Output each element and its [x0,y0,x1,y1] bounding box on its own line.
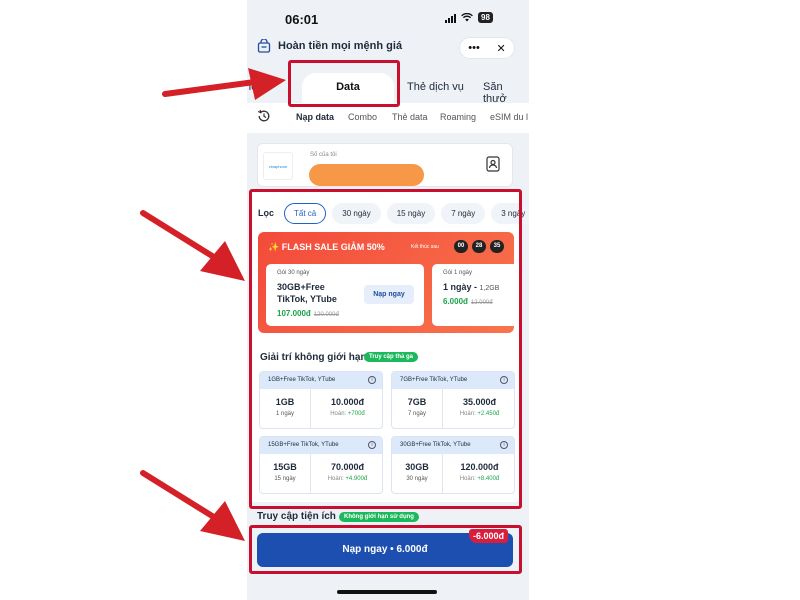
app-header: Hoàn tiền mọi mệnh giá ••• ✕ [247,36,529,62]
signal-icon [445,13,456,23]
close-icon[interactable]: ✕ [496,42,505,55]
home-indicator [337,590,437,594]
tab-hunt[interactable]: Săn thưở [483,81,529,105]
shop-bag-icon [257,39,271,53]
more-icon[interactable]: ••• [468,42,480,54]
subtab-roaming[interactable]: Roaming [440,112,476,122]
phone-number-card[interactable]: vinaphone Số của tôi [257,143,513,187]
highlight-box-packages [249,189,522,509]
highlight-box-topup [249,525,522,574]
tab-service-card[interactable]: Thẻ dịch vụ [407,81,464,93]
status-time: 06:01 [285,12,319,27]
subtab-esim[interactable]: eSIM du l [490,112,528,122]
arrow-icon [162,68,286,100]
utility-section-title: Truy cập tiện ích [257,511,336,522]
battery-icon: 98 [478,12,493,23]
history-icon[interactable] [257,109,271,123]
arrow-icon [140,470,245,541]
carrier-logo: vinaphone [263,152,293,180]
status-icons: 98 [445,12,493,23]
screenshot-stage: 06:01 98 Hoàn tiền mọi mệnh giá ••• ✕ Da… [0,0,800,600]
wifi-icon [461,13,473,22]
my-number-label: Số của tôi [310,152,337,158]
utility-section-badge: Không giới hạn sử dụng [339,512,419,522]
phone-number-redacted[interactable] [309,164,424,186]
contact-book-icon[interactable] [486,156,500,172]
arrow-icon [140,210,245,281]
header-actions: ••• ✕ [459,37,515,59]
subtab-combo[interactable]: Combo [348,112,377,122]
highlight-box-data-tab [288,60,400,107]
page-title: Hoàn tiền mọi mệnh giá [278,40,403,52]
subtab-data-card[interactable]: Thẻ data [392,112,428,122]
subtab-topup-data[interactable]: Nạp data [296,112,334,122]
